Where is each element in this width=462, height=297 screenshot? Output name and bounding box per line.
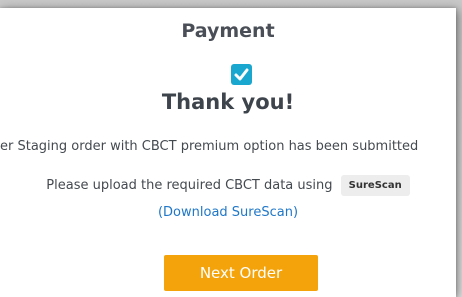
page-title: Payment	[181, 20, 275, 42]
submission-message: er Staging order with CBCT premium optio…	[0, 139, 419, 154]
thank-you-heading: Thank you!	[161, 90, 295, 114]
payment-dialog: Payment Thank you! er Staging order with…	[0, 8, 456, 297]
download-surescan-link[interactable]: (Download SureScan)	[0, 205, 456, 220]
next-order-button[interactable]: Next Order	[164, 255, 318, 291]
surescan-badge: SureScan	[340, 175, 410, 196]
upload-instruction-text: Please upload the required CBCT data usi…	[46, 178, 333, 193]
checkbox-checked-icon	[231, 64, 252, 85]
upload-instruction-row: Please upload the required CBCT data usi…	[0, 175, 456, 196]
